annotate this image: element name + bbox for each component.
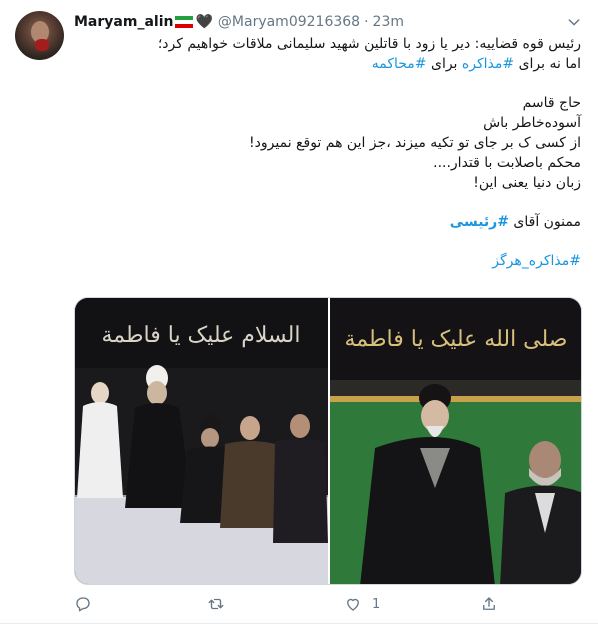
tweet-line: ممنون آقای #رئیسی xyxy=(449,214,581,230)
tweet-line: محکم باصلابت با قتدار.... xyxy=(433,155,581,171)
tweet-line: از کسی ک بر جای تو تکیه میزند ،جز این هم… xyxy=(249,135,581,151)
like-count: 1 xyxy=(372,596,381,612)
photo-right[interactable]: صلی الله علیک یا فاطمة xyxy=(330,298,581,584)
avatar[interactable] xyxy=(15,11,64,60)
user-name[interactable]: Maryam_alin xyxy=(74,14,173,30)
retweet-button[interactable] xyxy=(207,595,235,613)
share-icon xyxy=(483,597,495,610)
banner-calligraphy: السلام علیک یا فاطمة xyxy=(102,323,301,348)
heart-icon xyxy=(347,598,359,611)
iran-flag-icon xyxy=(175,16,194,28)
user-handle[interactable]: @Maryam09216368 xyxy=(218,14,360,30)
reply-icon xyxy=(76,597,90,612)
tweet-line: زبان دنیا یعنی این! xyxy=(473,175,581,191)
tweet-actions: 1 xyxy=(74,595,514,615)
hashtag-link[interactable]: #رئیسی xyxy=(450,214,509,230)
tweet-line: رئیس قوه قضاییه: دیر یا زود با قاتلین شه… xyxy=(157,36,581,52)
tweet-header: Maryam_alin 🖤 @Maryam09216368 · 23m xyxy=(74,12,404,32)
tweet-time[interactable]: 23m xyxy=(373,14,404,30)
reply-button[interactable] xyxy=(74,595,102,613)
banner-calligraphy: صلی الله علیک یا فاطمة xyxy=(345,327,568,352)
photo-right-drawing: صلی الله علیک یا فاطمة xyxy=(330,298,581,584)
tweet-line: #مذاکره_هرگز xyxy=(74,251,581,271)
avatar-detail xyxy=(35,39,49,51)
photo-left-drawing: السلام علیک یا فاطمة xyxy=(75,298,328,584)
chevron-down-icon[interactable] xyxy=(566,14,582,30)
hashtag-link[interactable]: #مذاکره xyxy=(462,56,514,72)
hashtag-link[interactable]: #مذاکره_هرگز xyxy=(492,253,581,269)
tweet-line: حاج قاسم xyxy=(522,95,581,111)
black-heart-icon: 🖤 xyxy=(195,14,213,30)
like-button[interactable]: 1 xyxy=(344,595,380,613)
tweet-media[interactable]: السلام علیک یا فاطمة صلی الله علیک یا فا… xyxy=(74,297,582,585)
share-button[interactable] xyxy=(480,595,508,613)
hashtag-link[interactable]: #محاکمه xyxy=(372,56,427,72)
tweet-text: رئیس قوه قضاییه: دیر یا زود با قاتلین شه… xyxy=(74,34,581,271)
tweet[interactable]: Maryam_alin 🖤 @Maryam09216368 · 23m رئیس… xyxy=(0,0,598,624)
photo-left[interactable]: السلام علیک یا فاطمة xyxy=(75,298,328,584)
retweet-icon xyxy=(208,598,224,610)
tweet-line: اما نه برای #مذاکره برای #محاکمه xyxy=(371,56,581,72)
separator-dot: · xyxy=(364,14,369,30)
tweet-line: آسوده‌خاطر باش xyxy=(483,115,581,131)
